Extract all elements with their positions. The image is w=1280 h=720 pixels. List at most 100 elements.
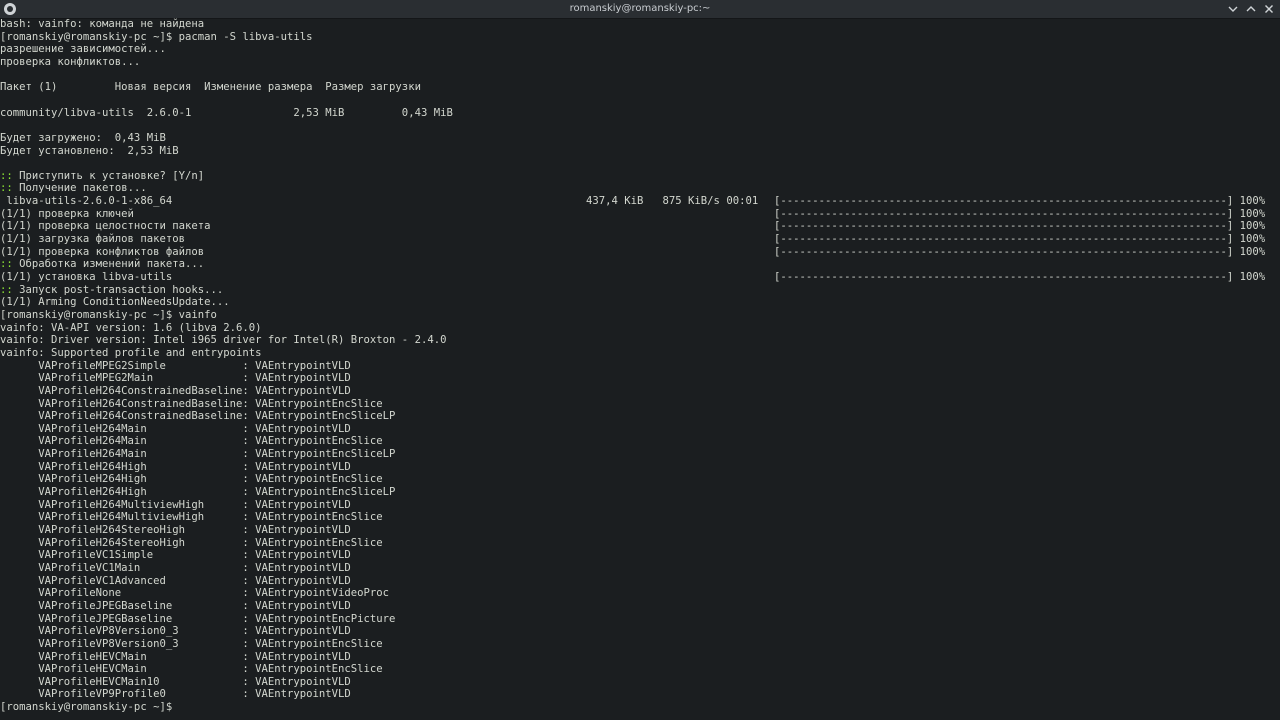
terminal-line: VAProfileH264ConstrainedBaseline: VAEntr… [0,398,1280,411]
terminal-line: [romanskiy@romanskiy-pc ~]$ vainfo [0,309,1280,322]
terminal-line-text: VAProfileVC1Advanced : VAEntrypointVLD [0,574,351,587]
terminal-line-text: VAProfileH264Main : VAEntrypointEncSlice… [0,448,396,461]
terminal-line: :: Приступить к установке? [Y/n] [0,170,1280,183]
terminal-line-text: VAProfileH264Main : VAEntrypointEncSlice [0,435,383,448]
terminal-line: VAProfileH264Main : VAEntrypointEncSlice… [0,448,1280,461]
terminal-line-text: VAProfileVC1Simple : VAEntrypointVLD [0,549,351,562]
terminal-line-text: VAProfileHEVCMain : VAEntrypointEncSlice [0,663,383,676]
terminal-line: разрешение зависимостей... [0,43,1280,56]
terminal-line-text: (1/1) проверка целостности пакета [0,220,211,233]
terminal-line-text: Пакет (1) Новая версия Изменение размера… [0,81,421,94]
window-titlebar[interactable]: romanskiy@romanskiy-pc:~ [0,0,1280,19]
terminal-line: VAProfileMPEG2Simple : VAEntrypointVLD [0,360,1280,373]
terminal-line: VAProfileHEVCMain10 : VAEntrypointVLD [0,676,1280,689]
terminal-line: [romanskiy@romanskiy-pc ~]$ [0,701,1280,714]
terminal-line: :: Запуск post-transaction hooks... [0,284,1280,297]
terminal-line-text: VAProfileVP9Profile0 : VAEntrypointVLD [0,688,351,701]
close-icon[interactable] [1262,2,1276,16]
terminal-line: vainfo: VA-API version: 1.6 (libva 2.6.0… [0,322,1280,335]
prompt-marker: :: [0,182,13,195]
terminal-line: (1/1) установка libva-utils [------------… [0,271,1280,284]
terminal-line-text: vainfo: Supported profile and entrypoint… [0,346,262,359]
terminal-line-text: VAProfileJPEGBaseline : VAEntrypointVLD [0,599,351,612]
terminal-line-text: Будет установлено: 2,53 MiB [0,144,179,157]
terminal-line-text: Получение пакетов... [12,182,147,195]
terminal-line: VAProfileH264High : VAEntrypointEncSlice [0,473,1280,486]
terminal-line-text: [romanskiy@romanskiy-pc ~]$ [0,701,179,714]
terminal-line: VAProfileVC1Advanced : VAEntrypointVLD [0,575,1280,588]
progress-bar: [---------------------------------------… [774,245,1266,258]
terminal-line: VAProfileVP9Profile0 : VAEntrypointVLD [0,688,1280,701]
terminal-line-text: VAProfileHEVCMain : VAEntrypointVLD [0,650,351,663]
terminal-line-text: VAProfileH264StereoHigh : VAEntrypointEn… [0,536,383,549]
terminal-line-text: VAProfileH264Main : VAEntrypointVLD [0,422,351,435]
terminal-line: (1/1) загрузка файлов пакетов [----------… [0,233,1280,246]
terminal-line: VAProfileH264High : VAEntrypointEncSlice… [0,486,1280,499]
terminal-line: VAProfileJPEGBaseline : VAEntrypointEncP… [0,613,1280,626]
terminal-line-text: VAProfileH264MultiviewHigh : VAEntrypoin… [0,498,351,511]
prompt-marker: :: [0,169,13,182]
terminal-line: VAProfileMPEG2Main : VAEntrypointVLD [0,372,1280,385]
terminal-line: VAProfileH264MultiviewHigh : VAEntrypoin… [0,499,1280,512]
terminal-output[interactable]: bash: vainfo: команда не найдена [romansk… [0,18,1280,720]
window-title: romanskiy@romanskiy-pc:~ [569,3,711,14]
terminal-line: :: Получение пакетов... [0,182,1280,195]
terminal-line: community/libva-utils 2.6.0-1 2,53 MiB 0… [0,107,1280,120]
terminal-line: Будет загружено: 0,43 MiB [0,132,1280,145]
terminal-line: Будет установлено: 2,53 MiB [0,145,1280,158]
prompt-marker: :: [0,283,13,296]
terminal-line: libva-utils-2.6.0-1-x86_64 437,4 KiB 875 … [0,195,1280,208]
terminal-line-text: VAProfileJPEGBaseline : VAEntrypointEncP… [0,612,396,625]
terminal-line: (1/1) проверка целостности пакета [------… [0,220,1280,233]
progress-bar: [---------------------------------------… [774,271,1266,283]
terminal-line-text: (1/1) загрузка файлов пакетов [0,233,185,246]
terminal-line-text: VAProfileNone : VAEntrypointVideoProc [0,587,390,600]
terminal-line-text: Будет загружено: 0,43 MiB [0,131,166,144]
terminal-line-text: (1/1) проверка конфликтов файлов [0,245,205,258]
download-stats: 437,4 KiB 875 KiB/s 00:01 [586,195,759,208]
minimize-icon[interactable] [1226,2,1240,16]
terminal-line-text: VAProfileVC1Main : VAEntrypointVLD [0,561,351,574]
terminal-line: (1/1) проверка конфликтов файлов [-------… [0,246,1280,259]
terminal-line-text: vainfo: VA-API version: 1.6 (libva 2.6.0… [0,321,262,334]
terminal-line-text: VAProfileH264StereoHigh : VAEntrypointVL… [0,524,351,536]
terminal-line-text: VAProfileVP8Version0_3 : VAEntrypointVLD [0,625,351,638]
terminal-line-text: VAProfileVP8Version0_3 : VAEntrypointEnc… [0,637,383,650]
terminal-line-text: libva-utils-2.6.0-1-x86_64 [0,195,173,208]
terminal-line-text: VAProfileH264High : VAEntrypointEncSlice [0,473,383,486]
progress-bar: [---------------------------------------… [774,195,1266,208]
terminal-line-text: [romanskiy@romanskiy-pc ~]$ vainfo [0,308,217,321]
terminal-line-text: VAProfileH264ConstrainedBaseline: VAEntr… [0,397,383,410]
terminal-line-text: VAProfileH264ConstrainedBaseline: VAEntr… [0,410,396,423]
terminal-line-text: Приступить к установке? [Y/n] [12,169,205,182]
terminal-line: VAProfileHEVCMain : VAEntrypointVLD [0,651,1280,664]
terminal-line: VAProfileH264ConstrainedBaseline: VAEntr… [0,385,1280,398]
progress-bar: [---------------------------------------… [774,233,1266,246]
terminal-line: vainfo: Supported profile and entrypoint… [0,347,1280,360]
terminal-line: (1/1) Arming ConditionNeedsUpdate... [0,296,1280,309]
terminal-line: VAProfileH264ConstrainedBaseline: VAEntr… [0,410,1280,423]
prompt-marker: :: [0,258,13,271]
terminal-line-text: VAProfileH264High : VAEntrypointEncSlice… [0,486,396,499]
terminal-line: (1/1) проверка ключей [------------------… [0,208,1280,221]
terminal-line: VAProfileJPEGBaseline : VAEntrypointVLD [0,600,1280,613]
terminal-line-text: VAProfileH264High : VAEntrypointVLD [0,460,351,473]
terminal-line: VAProfileH264StereoHigh : VAEntrypointEn… [0,537,1280,550]
terminal-line: VAProfileVC1Main : VAEntrypointVLD [0,562,1280,575]
terminal-line: VAProfileHEVCMain : VAEntrypointEncSlice [0,663,1280,676]
terminal-line: :: Обработка изменений пакета... [0,258,1280,271]
maximize-icon[interactable] [1244,2,1258,16]
terminal-line-text: community/libva-utils 2.6.0-1 2,53 MiB 0… [0,106,453,119]
terminal-line: bash: vainfo: команда не найдена [0,18,1280,31]
terminal-line: VAProfileH264High : VAEntrypointVLD [0,461,1280,474]
terminal-line: VAProfileH264MultiviewHigh : VAEntrypoin… [0,511,1280,524]
terminal-line-text: VAProfileH264MultiviewHigh : VAEntrypoin… [0,511,383,524]
terminal-line: VAProfileH264Main : VAEntrypointVLD [0,423,1280,436]
terminal-line: проверка конфликтов... [0,56,1280,69]
terminal-line: vainfo: Driver version: Intel i965 drive… [0,334,1280,347]
terminal-line: VAProfileVC1Simple : VAEntrypointVLD [0,549,1280,562]
